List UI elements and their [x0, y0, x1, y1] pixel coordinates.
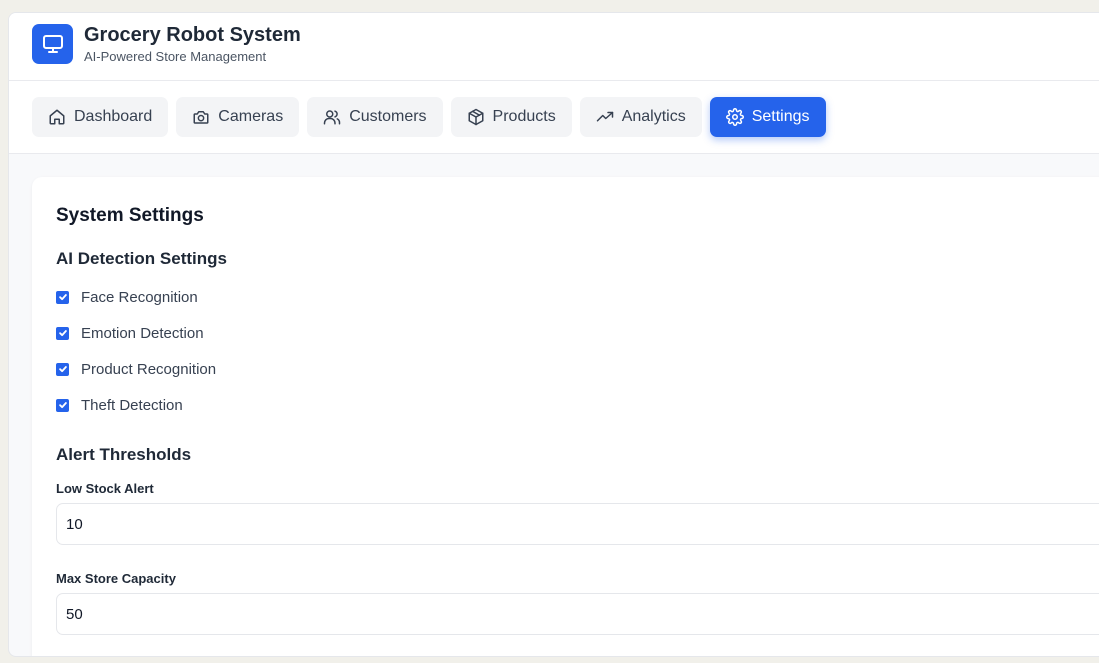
tab-dashboard[interactable]: Dashboard [32, 97, 169, 137]
emotion-detection-option[interactable]: Emotion Detection [56, 315, 1098, 351]
camera-icon [193, 111, 209, 124]
tab-customers[interactable]: Customers [307, 97, 443, 137]
tab-label: Cameras [218, 108, 284, 125]
alert-thresholds-heading: Alert Thresholds [56, 445, 192, 464]
app-window: Grocery Robot System AI-Powered Store Ma… [8, 12, 1099, 657]
checkbox-label: Theft Detection [81, 396, 183, 414]
check-icon [58, 330, 67, 337]
low-stock-label: Low Stock Alert [56, 481, 154, 496]
gear-icon [725, 108, 744, 126]
tab-cameras[interactable]: Cameras [176, 97, 300, 137]
theft-detection-checkbox[interactable] [56, 398, 69, 412]
tab-analytics[interactable]: Analytics [579, 97, 702, 137]
checkbox-label: Product Recognition [81, 360, 217, 378]
tab-label: Analytics [621, 108, 686, 125]
ai-detection-options: Face Recognition Emotion Detection Produ… [56, 279, 1098, 423]
app-title: Grocery Robot System [84, 23, 301, 46]
check-icon [58, 366, 67, 373]
main-nav: Dashboard Cameras Customers Products Ana… [9, 81, 1099, 154]
tab-settings[interactable]: Settings [709, 97, 826, 137]
tab-label: Dashboard [74, 108, 153, 125]
max-capacity-input[interactable]: 50 [56, 593, 1099, 635]
tab-label: Settings [751, 108, 810, 125]
home-icon [49, 109, 65, 125]
app-subtitle: AI-Powered Store Management [84, 48, 267, 64]
max-capacity-label: Max Store Capacity [56, 571, 176, 586]
product-recognition-checkbox[interactable] [56, 362, 69, 376]
theft-detection-option[interactable]: Theft Detection [56, 387, 1098, 423]
low-stock-input[interactable]: 10 [56, 503, 1099, 545]
users-icon [323, 110, 341, 125]
monitor-icon [32, 23, 73, 64]
checkbox-label: Emotion Detection [81, 324, 204, 342]
check-icon [58, 402, 67, 409]
face-recognition-option[interactable]: Face Recognition [56, 279, 1098, 315]
trending-up-icon [596, 111, 613, 122]
face-recognition-checkbox[interactable] [56, 290, 69, 304]
tab-label: Products [492, 108, 556, 125]
app-header: Grocery Robot System AI-Powered Store Ma… [9, 13, 1099, 81]
tab-label: Customers [349, 108, 427, 125]
tab-products[interactable]: Products [450, 97, 572, 137]
ai-detection-heading: AI Detection Settings [56, 249, 227, 268]
package-icon [468, 108, 484, 126]
emotion-detection-checkbox[interactable] [56, 326, 69, 340]
page-title: System Settings [56, 205, 204, 226]
check-icon [58, 294, 67, 301]
product-recognition-option[interactable]: Product Recognition [56, 351, 1098, 387]
checkbox-label: Face Recognition [81, 288, 198, 306]
settings-card: System Settings AI Detection Settings Fa… [32, 177, 1099, 656]
